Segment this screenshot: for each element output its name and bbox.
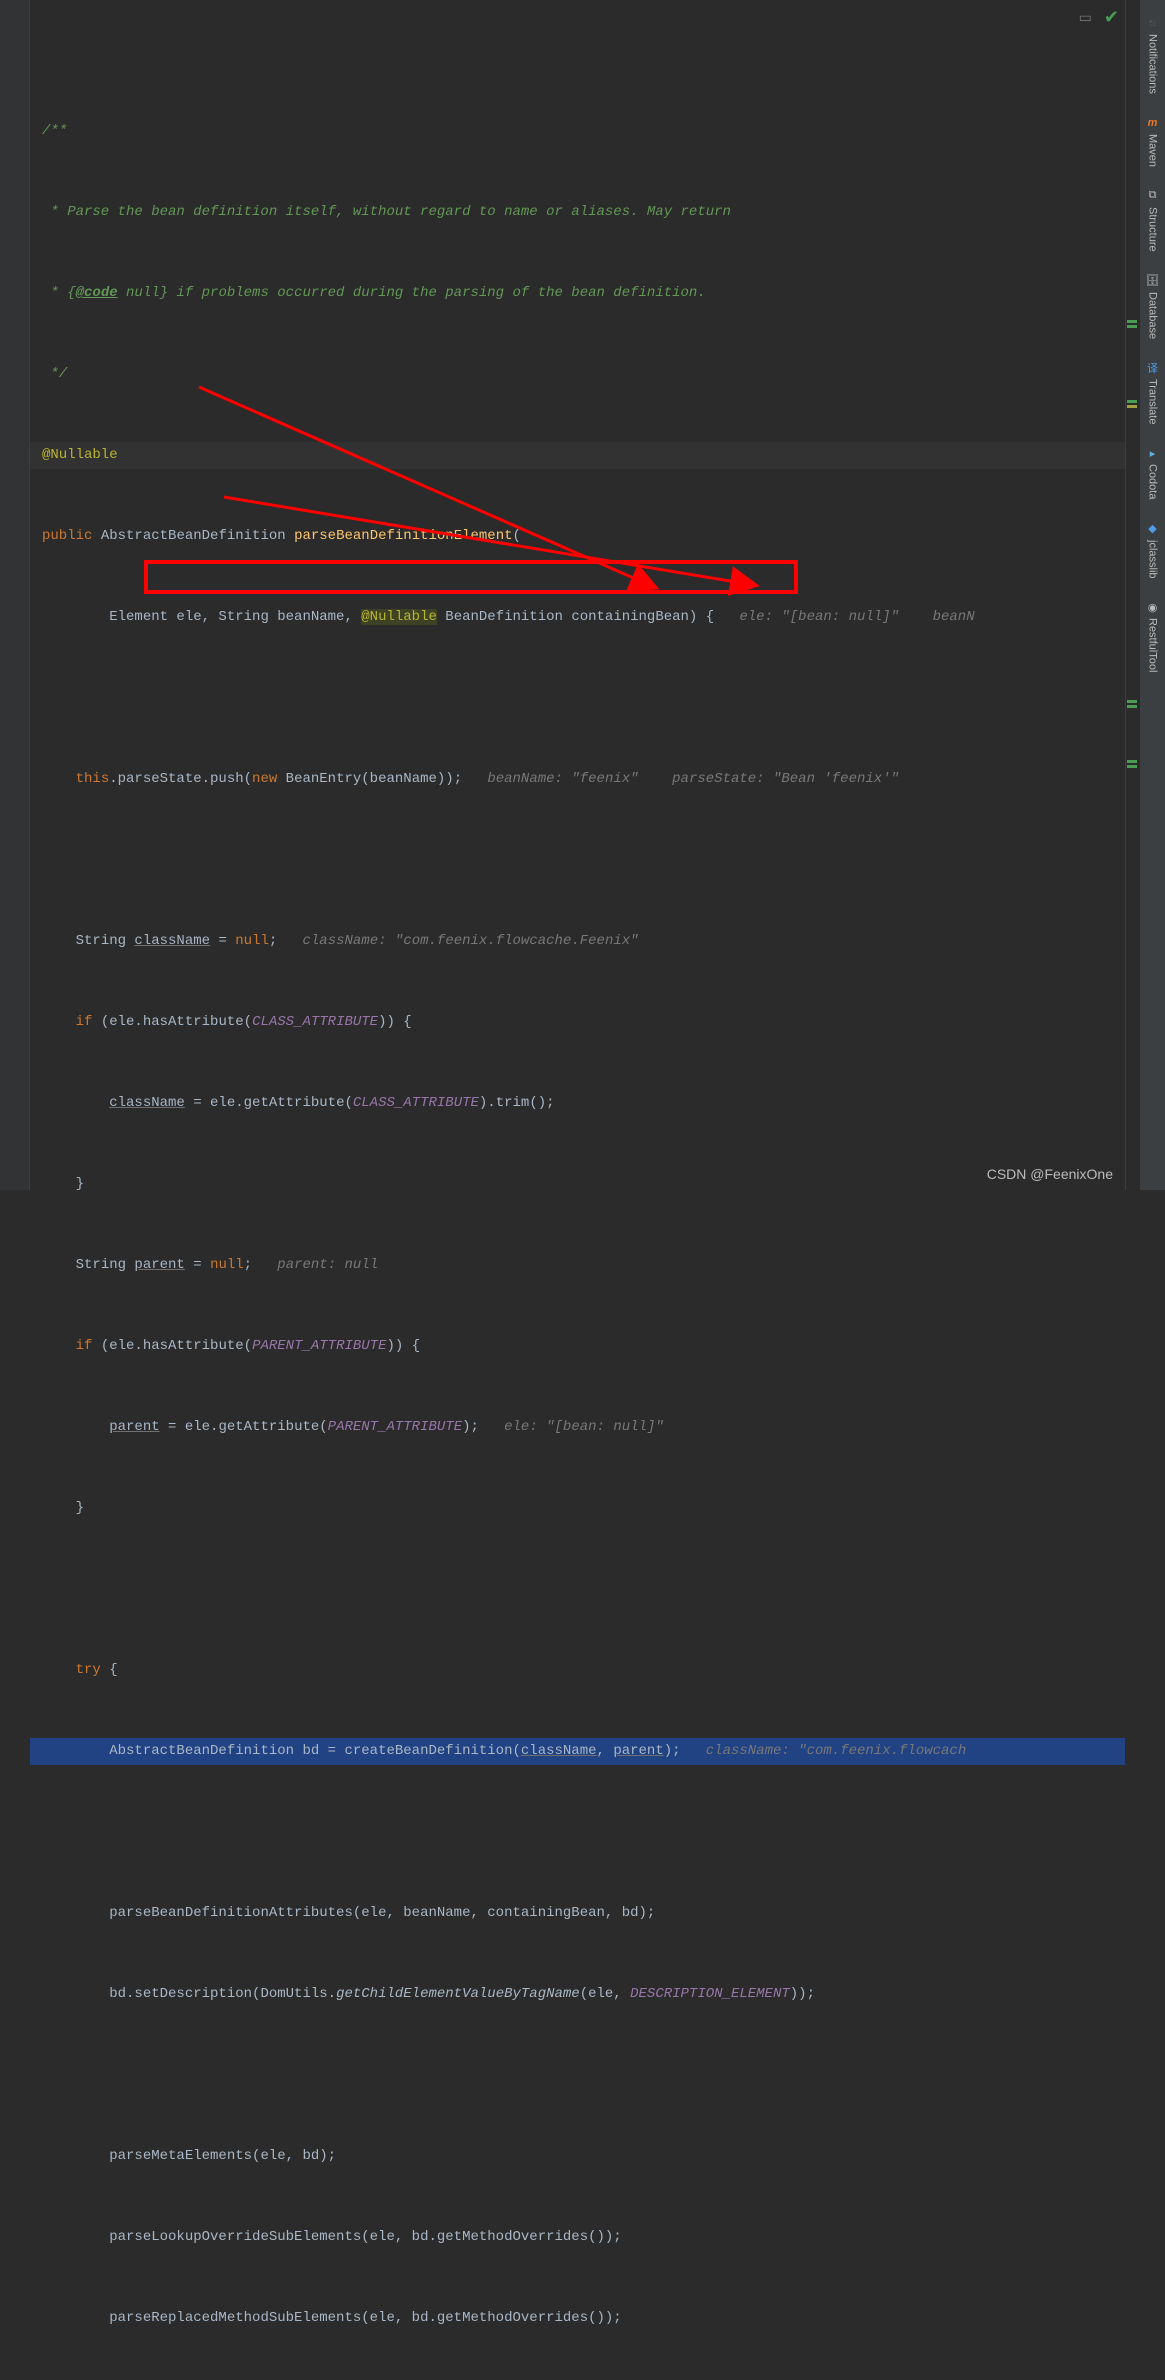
code-line: parseBeanDefinitionAttributes(ele, beanN… xyxy=(30,1900,1125,1927)
code-line: parseMetaElements(ele, bd); xyxy=(30,2143,1125,2170)
annotation-arrow xyxy=(30,0,864,665)
highlighted-code-line: AbstractBeanDefinition bd = createBeanDe… xyxy=(30,1738,1125,1765)
code-line: * {@code null} if problems occurred duri… xyxy=(30,280,1125,307)
code-line: Element ele, String beanName, @Nullable … xyxy=(30,604,1125,631)
codota-icon: ▸ xyxy=(1146,446,1160,460)
editor-gutter xyxy=(0,0,30,1190)
code-line: if (ele.hasAttribute(PARENT_ATTRIBUTE)) … xyxy=(30,1333,1125,1360)
editor-top-icons: ▭ ✔ xyxy=(1079,6,1119,33)
code-line: this.parseState.push(new BeanEntry(beanN… xyxy=(30,766,1125,793)
code-line: String parent = null; parent: null xyxy=(30,1252,1125,1279)
code-line: /** xyxy=(30,118,1125,145)
tool-tab-structure[interactable]: ⧉Structure xyxy=(1144,179,1162,262)
bell-icon: ◾ xyxy=(1146,16,1160,30)
code-line: */ xyxy=(30,361,1125,388)
code-line xyxy=(30,2062,1125,2089)
tool-tab-translate[interactable]: 译Translate xyxy=(1144,351,1162,434)
code-line: public AbstractBeanDefinition parseBeanD… xyxy=(30,523,1125,550)
annotation-highlight-box xyxy=(144,560,798,594)
tool-tab-restfultool[interactable]: ◉RestfulTool xyxy=(1144,590,1162,682)
watermark-text: CSDN @FeenixOne xyxy=(987,1166,1113,1182)
code-line: String className = null; className: "com… xyxy=(30,928,1125,955)
code-line: * Parse the bean definition itself, with… xyxy=(30,199,1125,226)
code-line: if (ele.hasAttribute(CLASS_ATTRIBUTE)) { xyxy=(30,1009,1125,1036)
code-line: } xyxy=(30,1495,1125,1522)
code-line xyxy=(30,847,1125,874)
code-line: parent = ele.getAttribute(PARENT_ATTRIBU… xyxy=(30,1414,1125,1441)
code-line xyxy=(30,685,1125,712)
code-line: className = ele.getAttribute(CLASS_ATTRI… xyxy=(30,1090,1125,1117)
structure-icon: ⧉ xyxy=(1146,189,1160,203)
database-icon: 🗄 xyxy=(1146,274,1160,288)
code-line: } xyxy=(30,1171,1125,1198)
translate-icon: 译 xyxy=(1146,361,1160,375)
tool-tab-notifications[interactable]: ◾Notifications xyxy=(1144,6,1162,104)
code-editor[interactable]: ▭ ✔ /** * Parse the bean definition itse… xyxy=(30,0,1125,1190)
code-line: bd.setDescription(DomUtils.getChildEleme… xyxy=(30,1981,1125,2008)
tool-tab-database[interactable]: 🗄Database xyxy=(1144,264,1162,349)
right-tool-sidebar: ◾Notifications mMaven ⧉Structure 🗄Databa… xyxy=(1139,0,1165,1190)
tool-tab-jclasslib[interactable]: ◆jclasslib xyxy=(1144,512,1162,589)
jclasslib-icon: ◆ xyxy=(1146,522,1160,536)
maven-icon: m xyxy=(1146,116,1160,130)
tool-tab-maven[interactable]: mMaven xyxy=(1144,106,1162,177)
scrollbar-track[interactable] xyxy=(1125,0,1139,1190)
code-line: @Nullable xyxy=(30,442,1125,469)
code-line: try { xyxy=(30,1657,1125,1684)
inspection-check-icon[interactable]: ✔ xyxy=(1104,6,1119,33)
tool-tab-codota[interactable]: ▸Codota xyxy=(1144,436,1162,509)
reader-mode-icon[interactable]: ▭ xyxy=(1079,6,1092,33)
restful-icon: ◉ xyxy=(1146,600,1160,614)
code-line: parseLookupOverrideSubElements(ele, bd.g… xyxy=(30,2224,1125,2251)
code-line xyxy=(30,1819,1125,1846)
code-line: parseReplacedMethodSubElements(ele, bd.g… xyxy=(30,2305,1125,2332)
code-line xyxy=(30,1576,1125,1603)
